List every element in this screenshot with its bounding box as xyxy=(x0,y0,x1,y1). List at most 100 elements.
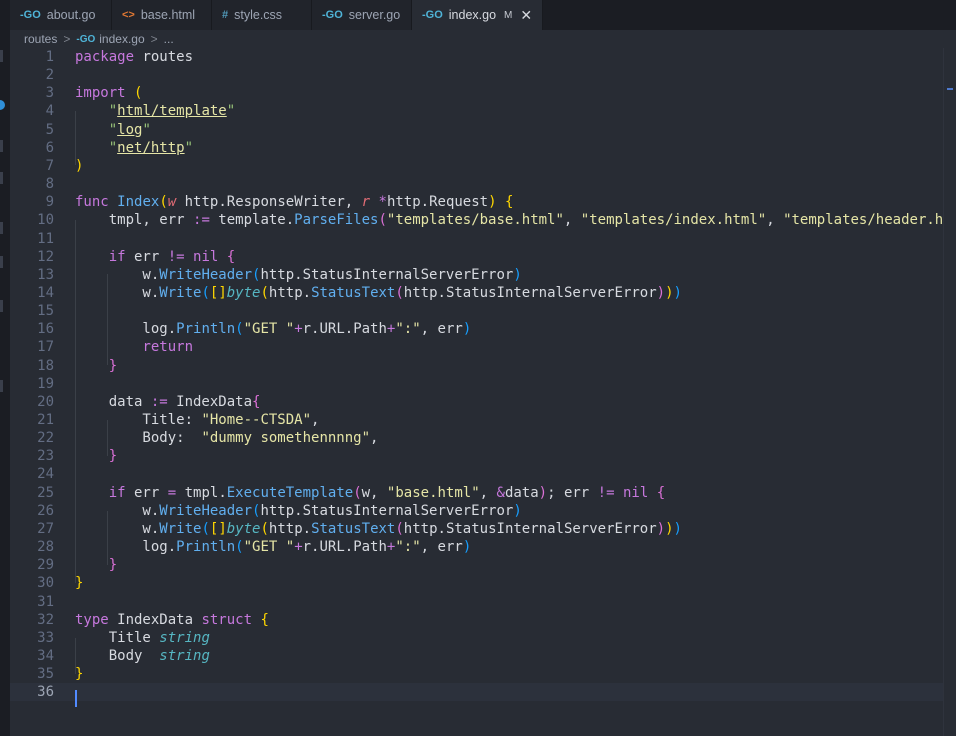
code-line[interactable]: 22 Body: "dummy somethennnng", xyxy=(10,429,944,447)
code-text: w.WriteHeader(http.StatusInternalServerE… xyxy=(75,266,522,284)
code-line[interactable]: 7) xyxy=(10,157,944,175)
code-line[interactable]: 9 func Index(w http.ResponseWriter, r *ht… xyxy=(10,193,944,211)
code-line[interactable]: 28 log.Println("GET "+r.URL.Path+":", er… xyxy=(10,538,944,556)
code-line[interactable]: 30} xyxy=(10,574,944,592)
code-token: string xyxy=(159,629,210,646)
code-line[interactable]: 31 xyxy=(10,593,944,611)
code-token: "GET " xyxy=(243,539,295,556)
code-token: " xyxy=(108,121,118,138)
tab-base-html[interactable]: <> base.html xyxy=(112,0,212,30)
code-line[interactable]: 2 xyxy=(10,66,944,84)
tab-server-go[interactable]: -GO server.go xyxy=(312,0,412,30)
code-token: log. xyxy=(75,321,177,338)
code-line[interactable]: 35} xyxy=(10,665,944,683)
code-line[interactable]: 12 if err != nil { xyxy=(10,248,944,266)
line-number: 21 xyxy=(37,412,54,428)
tab-index-go[interactable]: -GO index.go M ✕ xyxy=(412,0,544,30)
activity-strip xyxy=(0,0,10,736)
code-line[interactable]: 10 tmpl, err := template.ParseFiles("tem… xyxy=(10,211,956,229)
line-number: 7 xyxy=(45,157,54,174)
code-line[interactable]: 18 } xyxy=(10,357,944,375)
close-tab-icon[interactable]: ✕ xyxy=(520,7,532,24)
code-token: := xyxy=(150,393,168,410)
breadcrumb-folder[interactable]: routes xyxy=(24,32,57,46)
code-token: ( xyxy=(201,284,210,301)
code-line[interactable]: 17 return xyxy=(10,338,944,356)
code-line[interactable]: 6 "net/http" xyxy=(10,139,944,157)
tab-label: base.html xyxy=(140,8,196,22)
breadcrumb-file[interactable]: index.go xyxy=(99,32,144,46)
code-token: ( xyxy=(395,520,404,537)
line-number: 14 xyxy=(37,284,54,301)
code-text: ) xyxy=(75,157,83,175)
breadcrumb-symbol[interactable]: ... xyxy=(164,32,174,46)
code-line[interactable]: 19 xyxy=(10,375,944,393)
code-line[interactable]: 11 xyxy=(10,230,944,248)
line-number: 1 xyxy=(45,49,54,65)
code-line[interactable]: 36 xyxy=(10,683,944,702)
notification-dot-icon[interactable] xyxy=(0,100,5,110)
code-line[interactable]: 23 } xyxy=(10,447,944,465)
code-token: } xyxy=(75,666,84,683)
code-line[interactable]: 20 data := IndexData{ xyxy=(10,393,944,411)
gutter-mark xyxy=(0,222,3,234)
code-token: ( xyxy=(378,212,387,229)
css-icon: # xyxy=(222,9,229,21)
code-line[interactable]: 29 } xyxy=(10,556,944,574)
code-text: w.Write([]byte(http.StatusText(http.Stat… xyxy=(75,520,682,538)
code-token: ) xyxy=(513,266,522,283)
vertical-scrollbar[interactable] xyxy=(943,48,956,736)
code-line[interactable]: 14 w.Write([]byte(http.StatusText(http.S… xyxy=(10,284,944,302)
code-line[interactable]: 34 Body string xyxy=(10,647,944,665)
line-number: 28 xyxy=(37,539,54,556)
code-line[interactable]: 25 if err = tmpl.ExecuteTemplate(w, "bas… xyxy=(10,484,944,502)
go-file-icon: -GO xyxy=(76,33,96,45)
code-line[interactable]: 13 w.WriteHeader(http.StatusInternalServ… xyxy=(10,266,944,284)
code-editor[interactable]: 1 package routes 2 3 import (4 "html/templat… xyxy=(10,48,956,736)
code-line[interactable]: 24 xyxy=(10,465,944,483)
code-line[interactable]: 15 xyxy=(10,302,944,320)
code-token: Title: xyxy=(75,412,202,428)
line-number: 5 xyxy=(45,121,54,138)
text-cursor xyxy=(75,690,77,707)
tab-style-css[interactable]: # style.css xyxy=(212,0,312,30)
code-line[interactable]: 21 Title: "Home--CTSDA", xyxy=(10,411,944,429)
code-token: IndexData xyxy=(167,393,253,410)
code-line[interactable]: 26 w.WriteHeader(http.StatusInternalServ… xyxy=(10,502,944,520)
code-line[interactable]: 1 package routes xyxy=(10,48,944,66)
code-token: package xyxy=(75,49,135,65)
code-line[interactable]: 16 log.Println("GET "+r.URL.Path+":", er… xyxy=(10,320,944,338)
code-token: Index xyxy=(117,194,160,211)
line-number: 32 xyxy=(37,611,54,628)
code-line[interactable]: 32 type IndexData struct { xyxy=(10,611,944,629)
code-token: http.Request xyxy=(386,194,489,211)
code-line[interactable]: 3 import ( xyxy=(10,84,944,102)
line-number: 22 xyxy=(37,430,54,447)
code-text: "net/http" xyxy=(75,139,193,157)
code-token: := xyxy=(193,212,210,229)
code-token: ExecuteTemplate xyxy=(226,484,354,501)
code-token: http.ResponseWriter, xyxy=(176,194,362,211)
code-line[interactable]: 4 "html/template" xyxy=(10,102,944,120)
code-token: ) xyxy=(665,520,674,537)
code-text: w.Write([]byte(http.StatusText(http.Stat… xyxy=(75,284,682,302)
line-number: 24 xyxy=(37,466,54,483)
code-line[interactable]: 8 xyxy=(10,175,944,193)
code-token: != xyxy=(597,484,615,501)
tab-about-go[interactable]: -GO about.go xyxy=(10,0,112,30)
code-line[interactable]: 33 Title string xyxy=(10,629,944,647)
code-text: } xyxy=(75,357,117,375)
code-token: net/http xyxy=(117,139,185,156)
line-number: 19 xyxy=(37,375,54,392)
code-token: StatusText xyxy=(311,520,396,537)
line-number: 23 xyxy=(37,448,54,465)
line-number: 34 xyxy=(37,647,54,664)
code-token: ) xyxy=(488,194,497,211)
code-token: log. xyxy=(75,539,177,556)
code-line[interactable]: 5 "log" xyxy=(10,121,944,139)
code-line[interactable]: 27 w.Write([]byte(http.StatusText(http.S… xyxy=(10,520,944,538)
